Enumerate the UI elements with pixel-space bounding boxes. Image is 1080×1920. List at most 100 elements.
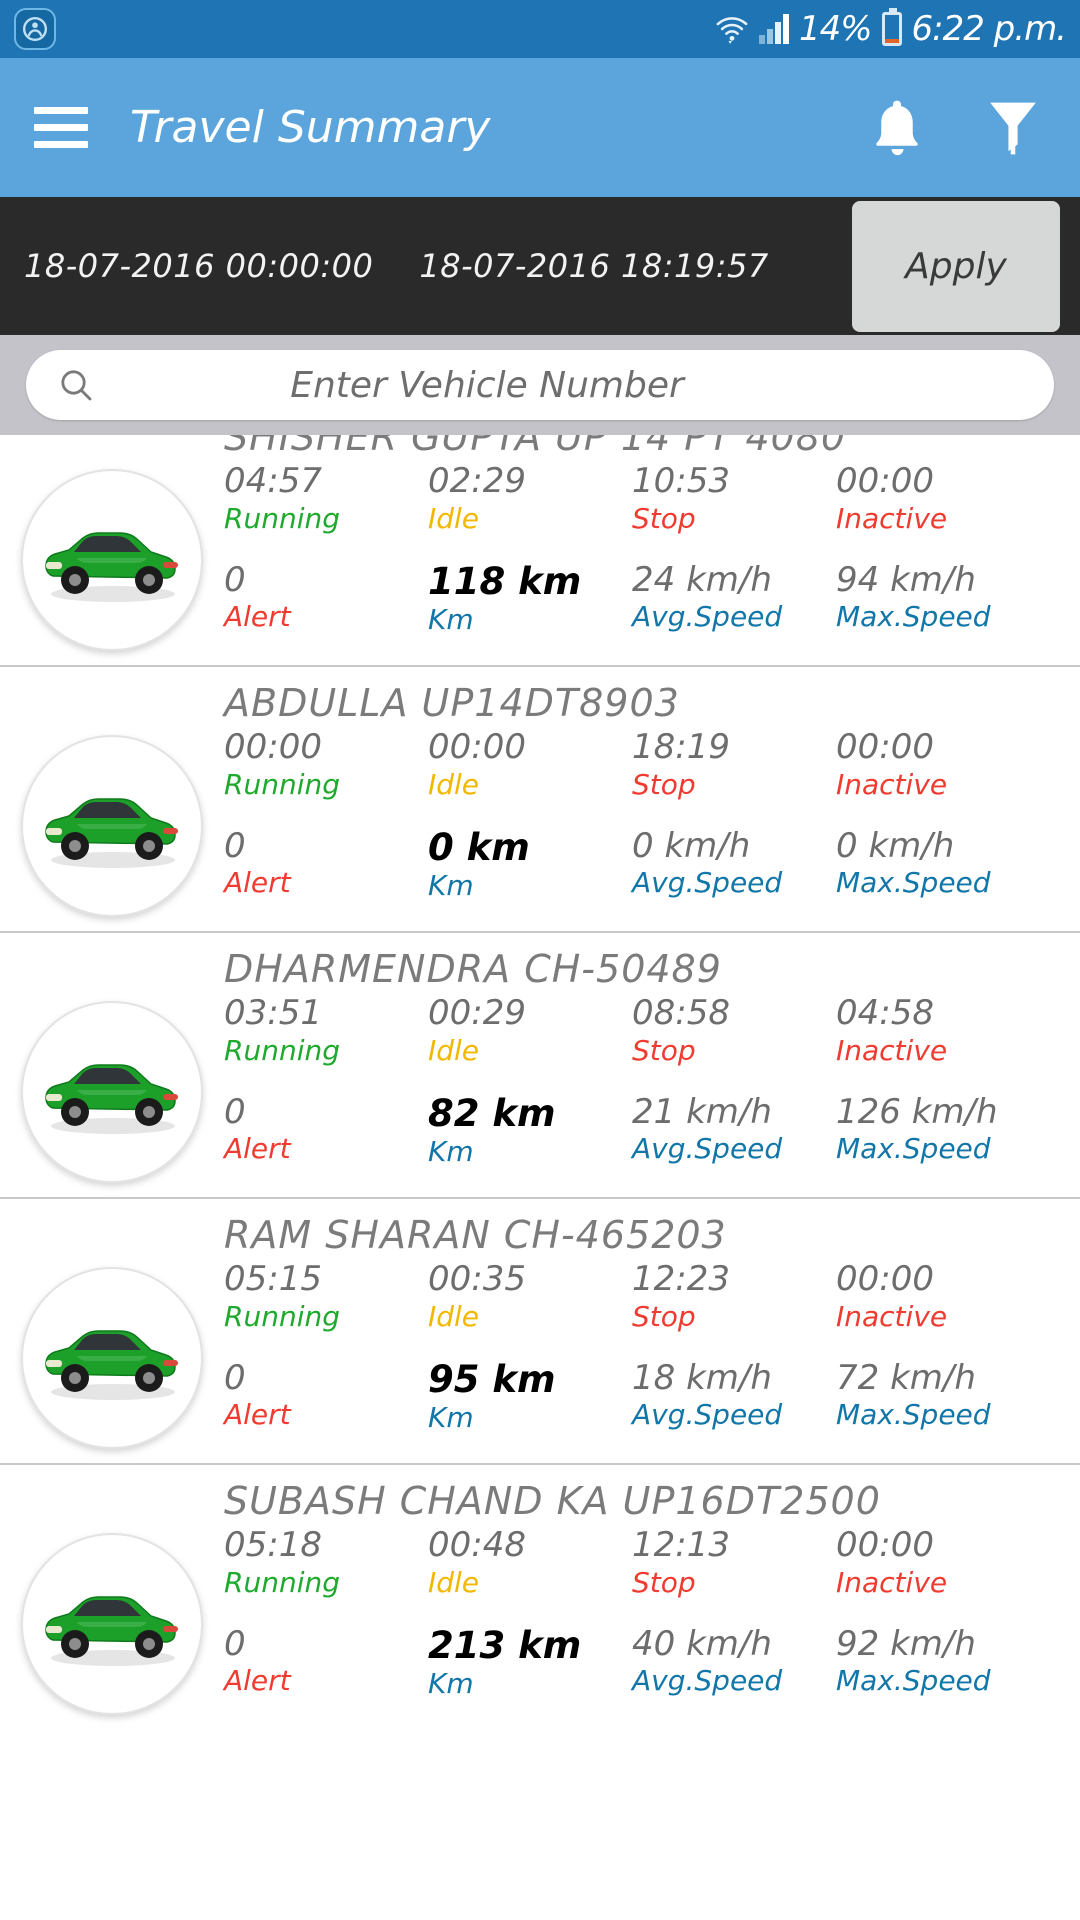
alert-value: 0 xyxy=(224,1091,246,1132)
avatar[interactable] xyxy=(21,735,203,917)
vehicle-row[interactable]: DHARMENDRA CH-50489 03:51 Running 00:29 … xyxy=(0,931,1080,1197)
avg-speed-value: 40 km/h xyxy=(632,1623,772,1664)
idle-value: 00:48 xyxy=(428,1525,526,1565)
stat-row-times: 05:15 Running 00:35 Idle 12:23 Stop 00:0… xyxy=(224,1261,1040,1346)
stat-row-metrics: 0 Alert 82 km Km 21 km/h Avg.Speed 126 k… xyxy=(224,1091,1040,1182)
avg-speed-value: 18 km/h xyxy=(632,1357,772,1398)
app-bar-actions xyxy=(866,95,1044,161)
stop-label: Stop xyxy=(632,1299,696,1333)
vehicle-stats: 04:57 Running 02:29 Idle 10:53 Stop 00:0… xyxy=(224,463,1080,649)
max-speed-value: 94 km/h xyxy=(836,559,976,600)
alert-value: 0 xyxy=(224,1623,246,1664)
vehicle-row-body: 04:57 Running 02:29 Idle 10:53 Stop 00:0… xyxy=(0,463,1080,651)
car-icon xyxy=(45,532,178,602)
vehicle-list[interactable]: SHISHER GUPTA UP 14 PT 4080 04:57 Runnin… xyxy=(0,435,1080,1920)
status-bar-clock: 6:22 p.m. xyxy=(911,9,1067,49)
stat-km: 118 km Km xyxy=(428,559,632,650)
stat-row-times: 05:18 Running 00:48 Idle 12:13 Stop 00:0… xyxy=(224,1527,1040,1612)
stat-max-speed: 126 km/h Max.Speed xyxy=(836,1091,1040,1182)
stat-max-speed: 92 km/h Max.Speed xyxy=(836,1625,1040,1714)
running-value: 00:00 xyxy=(224,727,322,767)
search-icon xyxy=(56,365,100,405)
vehicle-row[interactable]: RAM SHARAN CH-465203 05:15 Running 00:35… xyxy=(0,1197,1080,1463)
vehicle-stats: 05:18 Running 00:48 Idle 12:13 Stop 00:0… xyxy=(224,1527,1080,1713)
status-bar: 14% 6:22 p.m. xyxy=(0,0,1080,58)
alert-value: 0 xyxy=(224,1357,246,1398)
page-title: Travel Summary xyxy=(130,102,491,153)
inactive-label: Inactive xyxy=(836,767,948,801)
stat-avg-speed: 40 km/h Avg.Speed xyxy=(632,1623,836,1714)
inactive-value: 00:00 xyxy=(836,1525,934,1565)
apply-button[interactable]: Apply xyxy=(852,200,1060,332)
running-value: 03:51 xyxy=(224,993,322,1033)
stat-km: 0 km Km xyxy=(428,827,632,916)
stat-idle: 00:35 Idle xyxy=(428,1261,632,1346)
vehicle-row-body: 00:00 Running 00:00 Idle 18:19 Stop 00:0… xyxy=(0,729,1080,917)
inactive-value: 00:00 xyxy=(836,1259,934,1299)
alert-label: Alert xyxy=(224,1664,291,1698)
avatar[interactable] xyxy=(21,1001,203,1183)
vehicle-row[interactable]: SUBASH CHAND KA UP16DT2500 05:18 Running… xyxy=(0,1463,1080,1729)
alert-value: 0 xyxy=(224,559,246,600)
stat-running: 05:15 Running xyxy=(224,1261,428,1346)
stop-label: Stop xyxy=(632,1033,696,1067)
max-speed-label: Max.Speed xyxy=(836,866,991,900)
inactive-label: Inactive xyxy=(836,501,948,535)
vehicle-name-plate: RAM SHARAN CH-465203 xyxy=(224,1213,727,1257)
km-value: 118 km xyxy=(428,559,582,603)
funnel-filter-icon[interactable] xyxy=(982,95,1044,161)
vehicle-row-body: 05:15 Running 00:35 Idle 12:23 Stop 00:0… xyxy=(0,1261,1080,1449)
stat-running: 03:51 Running xyxy=(224,995,428,1080)
running-value: 05:15 xyxy=(224,1259,322,1299)
date-to-field[interactable]: 18-07-2016 18:19:57 xyxy=(419,247,768,285)
stat-running: 00:00 Running xyxy=(224,729,428,814)
vehicle-row[interactable]: ABDULLA UP14DT8903 00:00 Running 00:00 I… xyxy=(0,665,1080,931)
running-value: 05:18 xyxy=(224,1525,322,1565)
stat-idle: 00:48 Idle xyxy=(428,1527,632,1612)
stat-alert: 0 Alert xyxy=(224,559,428,650)
km-value: 82 km xyxy=(428,1091,556,1135)
alert-label: Alert xyxy=(224,600,291,634)
hamburger-menu-icon[interactable] xyxy=(34,107,88,148)
vehicle-name-plate: SUBASH CHAND KA UP16DT2500 xyxy=(224,1479,881,1523)
alert-label: Alert xyxy=(224,1132,291,1166)
date-from-field[interactable]: 18-07-2016 00:00:00 xyxy=(24,247,373,285)
km-value: 213 km xyxy=(428,1623,582,1667)
search-input[interactable]: Enter Vehicle Number xyxy=(26,350,1054,420)
vehicle-stats: 00:00 Running 00:00 Idle 18:19 Stop 00:0… xyxy=(224,729,1080,915)
idle-label: Idle xyxy=(428,1033,480,1067)
stop-label: Stop xyxy=(632,501,696,535)
vehicle-avatar-cell xyxy=(0,1527,224,1715)
vehicle-row[interactable]: SHISHER GUPTA UP 14 PT 4080 04:57 Runnin… xyxy=(0,435,1080,665)
vehicle-stats: 03:51 Running 00:29 Idle 08:58 Stop 04:5… xyxy=(224,995,1080,1181)
avg-speed-label: Avg.Speed xyxy=(632,1132,783,1166)
km-value: 95 km xyxy=(428,1357,556,1401)
stat-stop: 12:13 Stop xyxy=(632,1527,836,1612)
stop-value: 18:19 xyxy=(632,727,730,767)
km-label: Km xyxy=(428,1667,474,1701)
stat-stop: 12:23 Stop xyxy=(632,1261,836,1346)
inactive-value: 00:00 xyxy=(836,727,934,767)
avatar[interactable] xyxy=(21,1267,203,1449)
km-label: Km xyxy=(428,603,474,637)
avg-speed-label: Avg.Speed xyxy=(632,1398,783,1432)
stat-row-metrics: 0 Alert 118 km Km 24 km/h Avg.Speed 94 k… xyxy=(224,559,1040,650)
stat-stop: 18:19 Stop xyxy=(632,729,836,814)
vehicle-avatar-cell xyxy=(0,729,224,917)
bell-icon[interactable] xyxy=(866,95,928,161)
stat-alert: 0 Alert xyxy=(224,827,428,916)
signal-bars-icon xyxy=(758,14,789,44)
running-label: Running xyxy=(224,767,340,801)
stat-row-metrics: 0 Alert 213 km Km 40 km/h Avg.Speed 92 k… xyxy=(224,1623,1040,1714)
avatar[interactable] xyxy=(21,469,203,651)
stat-avg-speed: 21 km/h Avg.Speed xyxy=(632,1093,836,1182)
stat-avg-speed: 18 km/h Avg.Speed xyxy=(632,1357,836,1448)
battery-icon xyxy=(881,8,902,46)
max-speed-label: Max.Speed xyxy=(836,1398,991,1432)
max-speed-label: Max.Speed xyxy=(836,600,991,634)
max-speed-value: 126 km/h xyxy=(836,1091,998,1132)
vehicle-row-body: 03:51 Running 00:29 Idle 08:58 Stop 04:5… xyxy=(0,995,1080,1183)
avatar[interactable] xyxy=(21,1533,203,1715)
vehicle-avatar-cell xyxy=(0,1261,224,1449)
stat-stop: 10:53 Stop xyxy=(632,463,836,548)
